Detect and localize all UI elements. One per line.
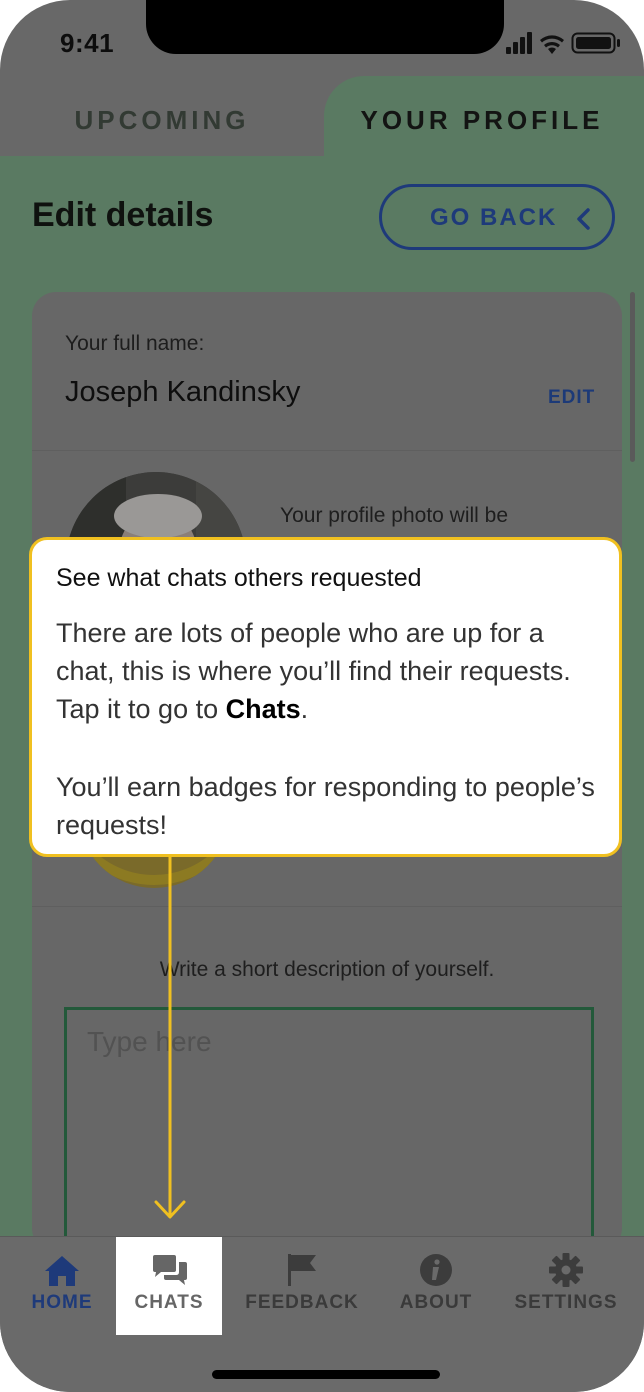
tab-your-profile[interactable]: YOUR PROFILE: [324, 76, 644, 166]
home-icon: [45, 1256, 79, 1286]
name-section: Your full name: Joseph Kandinsky EDIT: [32, 292, 622, 451]
tooltip-body-text: There are lots of people who are up for …: [56, 618, 571, 724]
page-title: Edit details: [32, 196, 214, 234]
tab-home[interactable]: HOME: [12, 1237, 112, 1335]
home-indicator: [212, 1370, 440, 1379]
edit-name-link[interactable]: EDIT: [548, 387, 595, 409]
phone-screen: 9:41 UPCOMING YOUR PROFILE Edit details …: [0, 0, 644, 1392]
tooltip-body-end: .: [300, 694, 309, 724]
signal-icon: [506, 32, 532, 54]
tooltip-title: See what chats others requested: [56, 564, 422, 592]
photo-note: Your profile photo will be: [280, 504, 509, 527]
flag-icon: [288, 1254, 316, 1286]
tab-home-label: HOME: [31, 1292, 93, 1313]
bottom-tab-bar: HOME CHATS FEEDBACK ABOUT SETTINGS: [0, 1236, 644, 1392]
name-value: Joseph Kandinsky: [65, 376, 301, 408]
chats-icon: [153, 1255, 187, 1285]
tooltip-body-chats: Chats: [225, 694, 301, 724]
section-divider: [32, 906, 622, 907]
gear-icon: [549, 1253, 583, 1287]
description-label: Write a short description of yourself.: [159, 958, 495, 981]
tab-about[interactable]: ABOUT: [386, 1237, 486, 1335]
device-notch: [146, 0, 504, 54]
tab-chats[interactable]: CHATS: [116, 1237, 222, 1335]
description-placeholder: Type here: [87, 1026, 212, 1057]
tab-feedback-label: FEEDBACK: [245, 1292, 359, 1313]
chevron-left-icon: [577, 208, 590, 230]
status-time: 9:41: [60, 28, 115, 58]
tab-about-label: ABOUT: [399, 1292, 473, 1313]
info-icon: [420, 1254, 452, 1286]
go-back-label: GO BACK: [430, 204, 558, 231]
tab-upcoming[interactable]: UPCOMING: [0, 80, 324, 156]
tab-feedback[interactable]: FEEDBACK: [240, 1237, 364, 1335]
name-label: Your full name:: [65, 332, 205, 355]
go-back-button[interactable]: GO BACK: [379, 184, 615, 250]
tab-settings-label: SETTINGS: [514, 1292, 618, 1313]
description-textarea[interactable]: Type here: [64, 1007, 594, 1267]
tab-chats-label: CHATS: [134, 1292, 204, 1313]
status-icons: [506, 32, 620, 54]
tooltip-body: There are lots of people who are up for …: [56, 614, 596, 728]
tab-settings[interactable]: SETTINGS: [506, 1237, 626, 1335]
pointer-arrow: [154, 856, 186, 1219]
scrollbar[interactable]: [630, 292, 635, 462]
tooltip-body-badges: You’ll earn badges for responding to peo…: [56, 772, 595, 840]
wifi-icon: [540, 35, 564, 54]
onboarding-tooltip: See what chats others requested There ar…: [29, 537, 622, 857]
battery-icon: [571, 32, 620, 54]
